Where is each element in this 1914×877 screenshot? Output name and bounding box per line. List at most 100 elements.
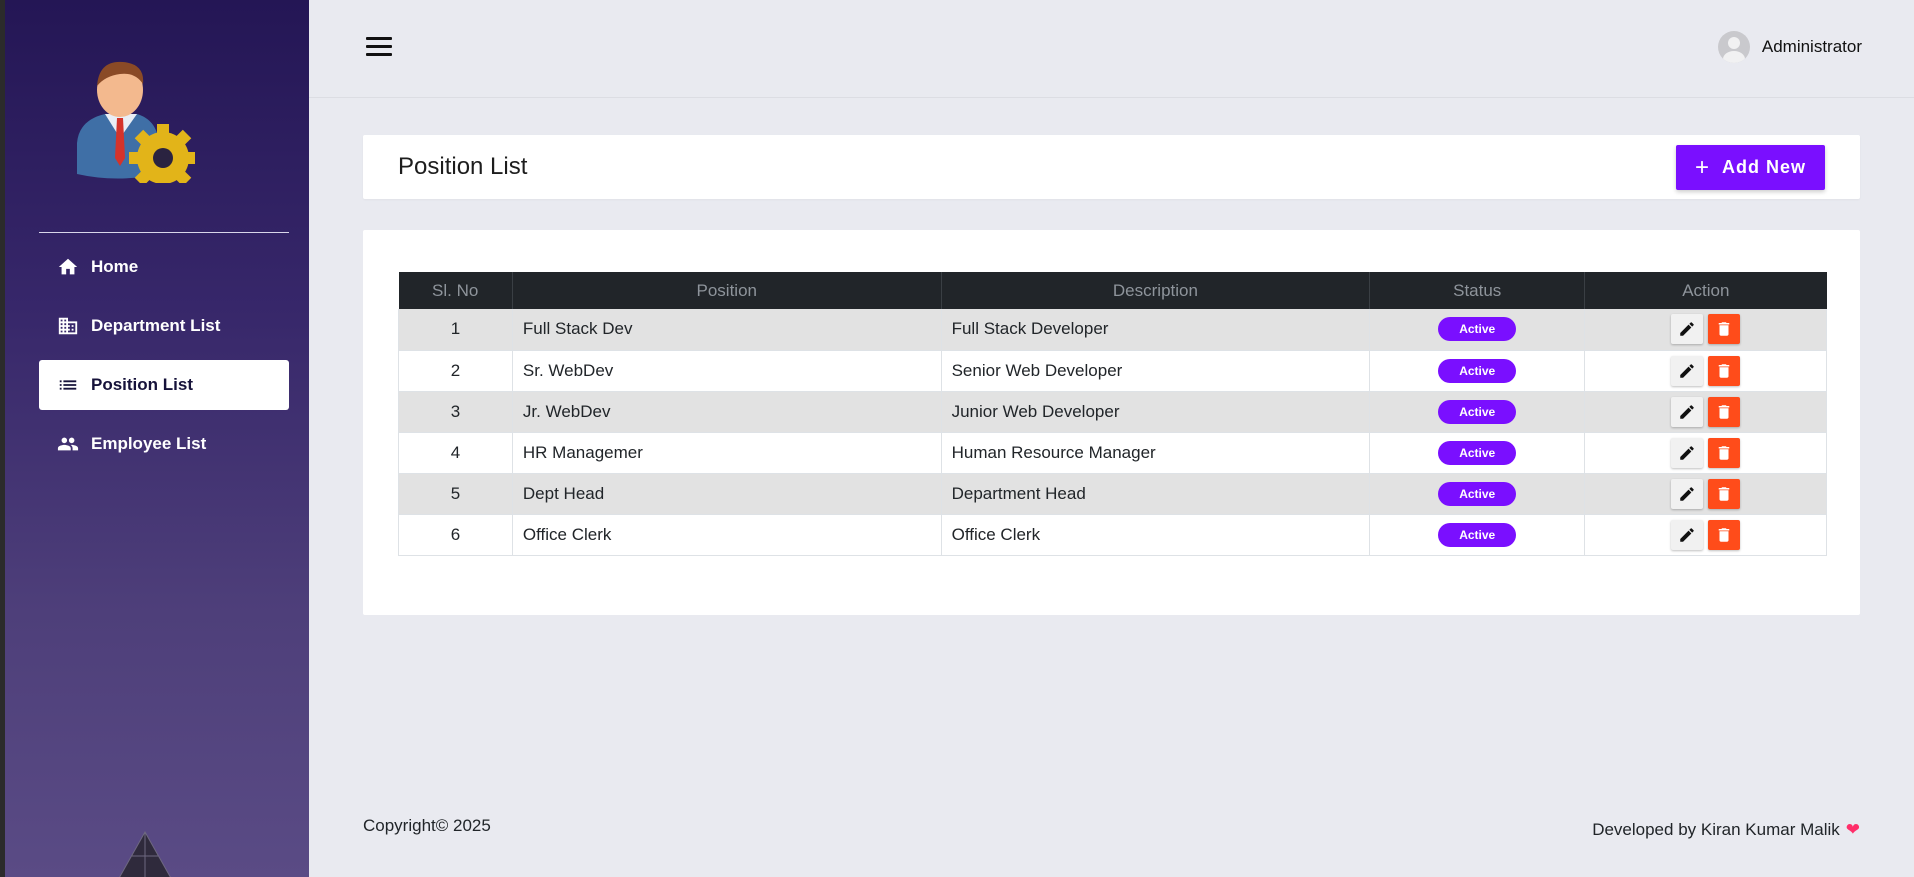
list-icon: [57, 374, 79, 396]
delete-button[interactable]: [1708, 519, 1741, 550]
table-card: Sl. No Position Description Status Actio…: [363, 230, 1860, 615]
column-header-status[interactable]: Status: [1369, 272, 1586, 309]
cell-status: Active: [1369, 391, 1586, 433]
cell-description: Senior Web Developer: [941, 350, 1371, 392]
column-header-sl-no[interactable]: Sl. No: [398, 272, 513, 309]
top-bar: Administrator: [309, 0, 1914, 98]
edit-button[interactable]: [1671, 478, 1704, 509]
pencil-icon: [1678, 403, 1696, 421]
building-icon: [57, 315, 79, 337]
trash-icon: [1715, 485, 1733, 503]
trash-icon: [1715, 320, 1733, 338]
admin-logo-icon: [65, 48, 197, 192]
delete-button[interactable]: [1708, 396, 1741, 427]
trash-icon: [1715, 403, 1733, 421]
cell-status: Active: [1369, 432, 1586, 474]
pencil-icon: [1678, 444, 1696, 462]
cell-position: Office Clerk: [512, 514, 942, 556]
table-row: 4 HR Managemer Human Resource Manager Activ…: [398, 432, 1827, 474]
cell-position: Jr. WebDev: [512, 391, 942, 433]
pencil-icon: [1678, 362, 1696, 380]
cell-description: Department Head: [941, 473, 1371, 515]
cell-status: Active: [1369, 473, 1586, 515]
sidebar-item-home[interactable]: Home: [39, 242, 289, 292]
user-name: Administrator: [1761, 37, 1862, 56]
column-header-position[interactable]: Position: [512, 272, 942, 309]
cell-description: Human Resource Manager: [941, 432, 1371, 474]
sidebar-item-label: Department List: [91, 316, 221, 335]
cell-action: [1584, 514, 1827, 556]
table-row: 5 Dept Head Department Head Active: [398, 473, 1827, 515]
cell-action: [1584, 473, 1827, 515]
cell-status: Active: [1369, 309, 1586, 351]
sidebar-item-label: Employee List: [91, 434, 207, 453]
pencil-icon: [1678, 320, 1696, 338]
cell-position: Sr. WebDev: [512, 350, 942, 392]
column-header-action: Action: [1584, 272, 1827, 309]
table-row: 6 Office Clerk Office Clerk Active: [398, 514, 1827, 556]
delete-button[interactable]: [1708, 437, 1741, 468]
status-badge: Active: [1438, 399, 1517, 424]
table-row: 3 Jr. WebDev Junior Web Developer Active: [398, 391, 1827, 433]
cell-sl-no: 5: [398, 473, 513, 515]
cell-action: [1584, 350, 1827, 392]
status-badge: Active: [1438, 522, 1517, 547]
sidebar: Home Department List Position List Emplo…: [5, 0, 309, 877]
user-menu[interactable]: Administrator: [1717, 31, 1862, 63]
cell-description: Junior Web Developer: [941, 391, 1371, 433]
page-header-card: Position List + Add New: [363, 135, 1860, 199]
delete-button[interactable]: [1708, 314, 1741, 345]
cell-sl-no: 2: [398, 350, 513, 392]
edit-button[interactable]: [1671, 355, 1704, 386]
cell-description: Full Stack Developer: [941, 309, 1371, 351]
status-badge: Active: [1438, 440, 1517, 465]
heart-icon: ❤: [1845, 820, 1860, 839]
developer-text: Developed by Kiran Kumar Malik: [1592, 820, 1840, 839]
table-header-row: Sl. No Position Description Status Actio…: [398, 272, 1827, 309]
menu-toggle-icon[interactable]: [366, 37, 392, 59]
home-icon: [57, 256, 79, 278]
cell-sl-no: 1: [398, 309, 513, 351]
cell-sl-no: 3: [398, 391, 513, 433]
edit-button[interactable]: [1671, 437, 1704, 468]
cell-position: Full Stack Dev: [512, 309, 942, 351]
sidebar-item-department-list[interactable]: Department List: [39, 301, 289, 351]
column-header-description[interactable]: Description: [941, 272, 1371, 309]
plus-icon: +: [1694, 153, 1710, 181]
edit-button[interactable]: [1671, 519, 1704, 550]
position-table: Sl. No Position Description Status Actio…: [398, 272, 1827, 556]
pencil-icon: [1678, 526, 1696, 544]
cell-status: Active: [1369, 514, 1586, 556]
table-row: 2 Sr. WebDev Senior Web Developer Active: [398, 350, 1827, 392]
cell-sl-no: 4: [398, 432, 513, 474]
cell-position: Dept Head: [512, 473, 942, 515]
edit-button[interactable]: [1671, 396, 1704, 427]
cell-position: HR Managemer: [512, 432, 942, 474]
cell-action: [1584, 391, 1827, 433]
avatar: [1717, 31, 1750, 63]
status-badge: Active: [1438, 481, 1517, 506]
cell-action: [1584, 432, 1827, 474]
delete-button[interactable]: [1708, 355, 1741, 386]
sidebar-item-label: Position List: [91, 375, 193, 394]
sidebar-item-employee-list[interactable]: Employee List: [39, 419, 289, 469]
trash-icon: [1715, 444, 1733, 462]
tower-decoration-icon: [110, 830, 180, 877]
cell-action: [1584, 309, 1827, 351]
people-icon: [57, 433, 79, 455]
trash-icon: [1715, 526, 1733, 544]
add-new-button[interactable]: + Add New: [1676, 145, 1825, 190]
cell-description: Office Clerk: [941, 514, 1371, 556]
sidebar-item-position-list[interactable]: Position List: [39, 360, 289, 410]
cell-status: Active: [1369, 350, 1586, 392]
cell-sl-no: 6: [398, 514, 513, 556]
sidebar-divider: [39, 232, 289, 233]
status-badge: Active: [1438, 358, 1517, 383]
sidebar-nav: Home Department List Position List Emplo…: [39, 242, 289, 478]
edit-button[interactable]: [1671, 314, 1704, 345]
table-row: 1 Full Stack Dev Full Stack Developer Activ…: [398, 309, 1827, 351]
pencil-icon: [1678, 485, 1696, 503]
add-new-label: Add New: [1722, 157, 1807, 177]
status-badge: Active: [1438, 317, 1517, 342]
delete-button[interactable]: [1708, 478, 1741, 509]
